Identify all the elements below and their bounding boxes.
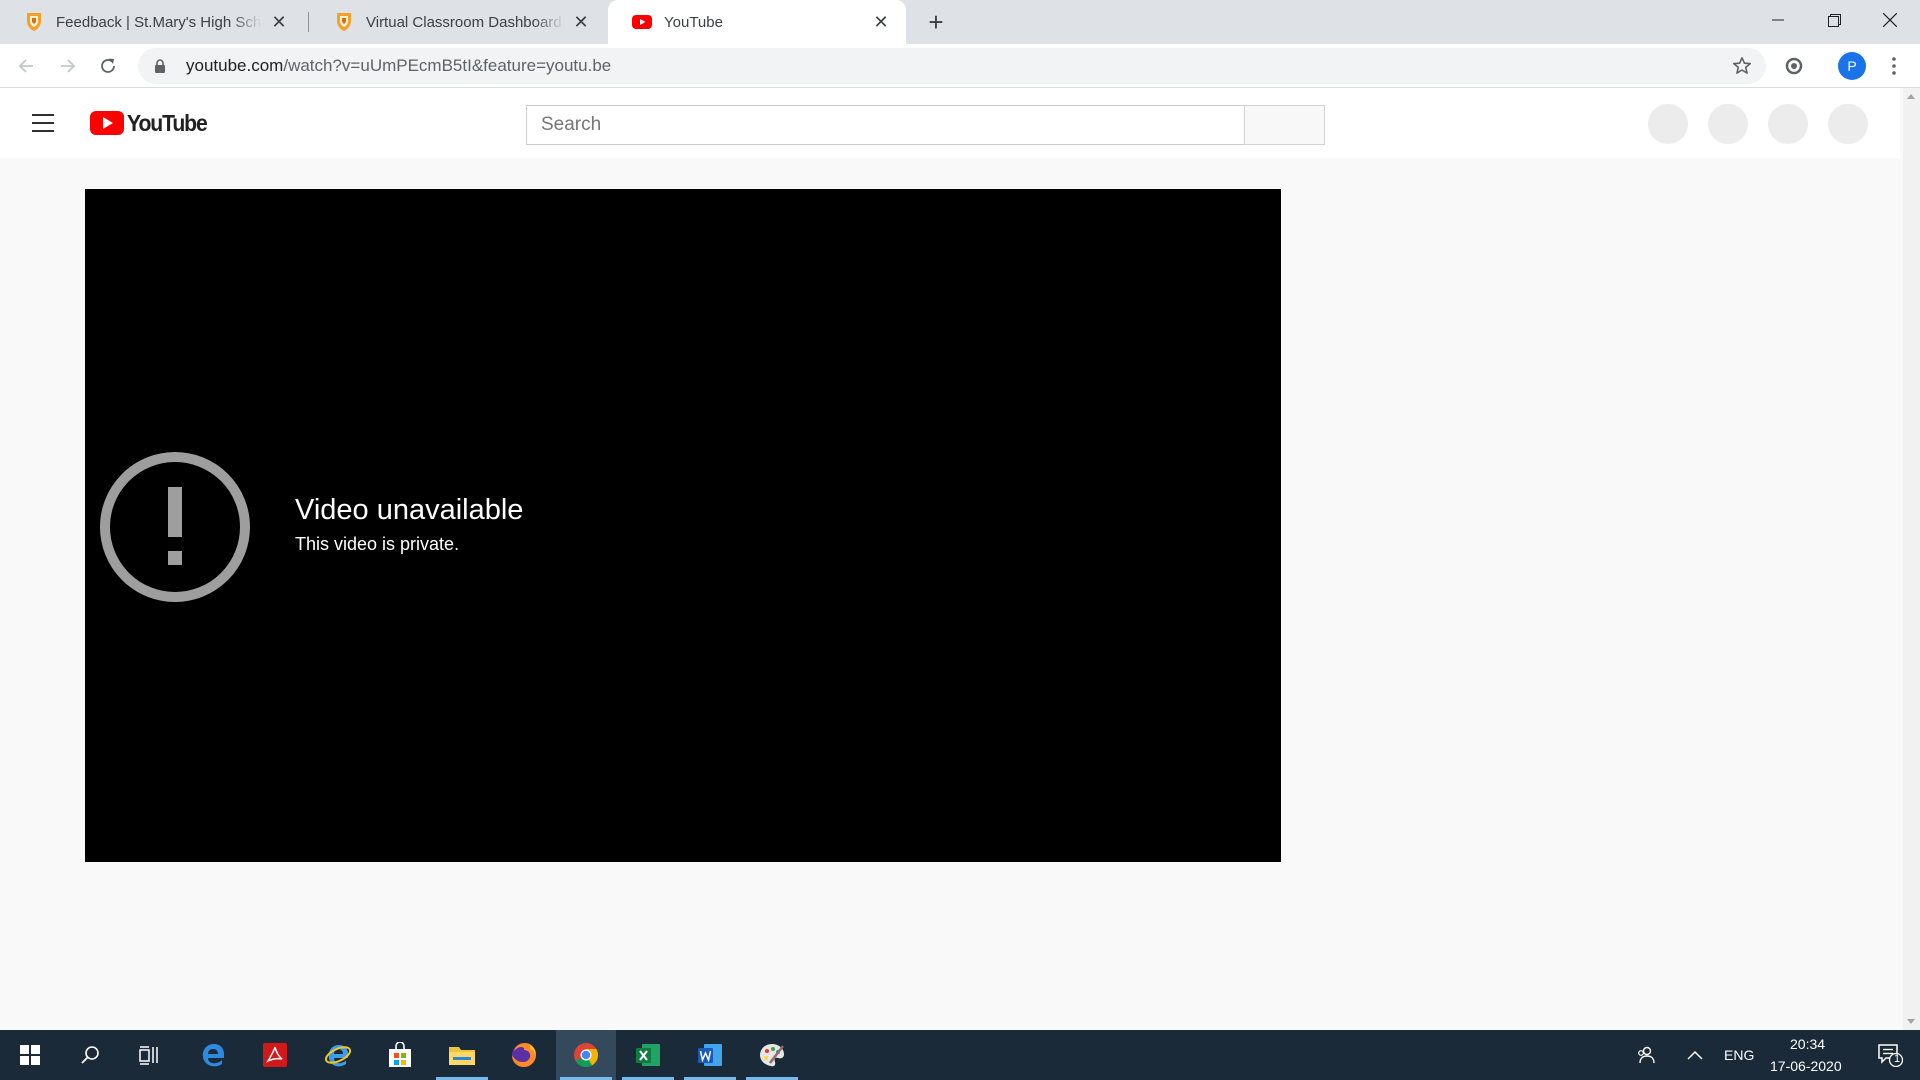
minimize-icon (1772, 19, 1784, 21)
close-icon[interactable]: ✕ (268, 11, 290, 33)
restore-button[interactable] (1804, 0, 1864, 40)
internet-explorer-icon (324, 1045, 352, 1067)
taskbar-store[interactable] (370, 1030, 430, 1080)
youtube-play-icon (90, 111, 124, 135)
search-box (526, 105, 1325, 145)
browser-toolbar: youtube.com/watch?v=uUmPEcmB5tI&feature=… (0, 44, 1920, 88)
notification-count: 1 (1894, 1053, 1901, 1065)
error-title: Video unavailable (295, 494, 524, 526)
chrome-icon (574, 1043, 599, 1068)
taskbar-acrobat[interactable] (245, 1030, 305, 1080)
scroll-down-icon[interactable] (1907, 1019, 1915, 1024)
close-window-button[interactable] (1860, 0, 1920, 40)
video-player[interactable]: Video unavailable This video is private. (85, 189, 1281, 862)
vertical-scrollbar[interactable] (1903, 88, 1920, 1030)
forward-button[interactable] (52, 50, 84, 82)
word-icon (698, 1044, 722, 1066)
close-icon[interactable]: ✕ (570, 11, 592, 33)
youtube-masthead: YouTube (0, 88, 1900, 158)
youtube-logo-text: YouTube (127, 109, 208, 136)
masthead-placeholder-button[interactable] (1828, 104, 1868, 144)
youtube-logo[interactable]: YouTube (90, 110, 214, 136)
error-exclamation-icon (99, 451, 251, 603)
shield-favicon-icon (24, 12, 44, 32)
youtube-favicon-icon (632, 12, 652, 32)
taskbar-paint[interactable] (742, 1030, 802, 1080)
tab-title: Feedback | St.Mary's High School (56, 13, 262, 31)
taskbar-edge[interactable] (183, 1030, 243, 1080)
taskbar-file-explorer[interactable] (432, 1030, 492, 1080)
address-bar[interactable]: youtube.com/watch?v=uUmPEcmB5tI&feature=… (138, 48, 1766, 84)
search-button[interactable] (1244, 105, 1325, 145)
paint-palette-icon (760, 1044, 784, 1067)
masthead-placeholder-button[interactable] (1768, 104, 1808, 144)
forward-arrow-icon (61, 59, 76, 73)
back-arrow-icon (18, 59, 33, 73)
task-view-button[interactable] (120, 1030, 180, 1080)
reload-icon (101, 58, 115, 73)
url-text: youtube.com/watch?v=uUmPEcmB5tI&feature=… (186, 56, 611, 76)
tab-youtube[interactable]: YouTube ✕ (608, 0, 906, 44)
show-hidden-icons-button[interactable] (1670, 1030, 1720, 1080)
scroll-up-icon[interactable] (1907, 94, 1915, 99)
lock-icon (150, 58, 170, 74)
masthead-placeholder-button[interactable] (1708, 104, 1748, 144)
tab-feedback[interactable]: Feedback | St.Mary's High School ✕ (0, 0, 304, 44)
shield-favicon-icon (334, 12, 354, 32)
tab-virtual-classroom[interactable]: Virtual Classroom Dashboard | St.Mary's … (310, 0, 606, 44)
taskbar-firefox[interactable] (494, 1030, 554, 1080)
browser-tab-strip: Feedback | St.Mary's High School ✕ Virtu… (0, 0, 1920, 44)
acrobat-icon (263, 1043, 287, 1067)
people-button[interactable] (1618, 1030, 1674, 1080)
language-indicator[interactable]: ENG (1724, 1047, 1754, 1063)
clock-time[interactable]: 20:34 (1790, 1036, 1825, 1052)
extension-icon[interactable] (1782, 54, 1806, 78)
search-icon (81, 1046, 99, 1064)
start-button[interactable] (0, 1030, 60, 1080)
task-view-icon (139, 1046, 158, 1065)
windows-taskbar: ENG 20:34 17-06-2020 1 (0, 1030, 1920, 1080)
masthead-placeholder-button[interactable] (1648, 104, 1688, 144)
folder-icon (449, 1047, 475, 1065)
close-window-icon (1883, 13, 1897, 27)
back-button[interactable] (10, 50, 42, 82)
browser-menu-icon[interactable] (1880, 52, 1908, 80)
windows-logo-icon (20, 1045, 40, 1065)
restore-icon (1827, 13, 1841, 27)
hamburger-menu-icon[interactable] (30, 111, 56, 135)
url-host: youtube.com (186, 56, 284, 75)
new-tab-button[interactable]: + (920, 6, 952, 38)
close-icon[interactable]: ✕ (870, 11, 892, 33)
taskbar-word[interactable] (680, 1030, 740, 1080)
notification-center-button[interactable]: 1 (1860, 1030, 1920, 1080)
search-taskbar-button[interactable] (60, 1030, 120, 1080)
tab-separator (308, 12, 309, 32)
bookmark-star-icon[interactable] (1730, 54, 1754, 78)
chevron-up-icon (1687, 1050, 1703, 1060)
minimize-button[interactable] (1748, 0, 1808, 40)
taskbar-excel[interactable] (618, 1030, 678, 1080)
reload-button[interactable] (92, 50, 124, 82)
tab-title: YouTube (664, 13, 723, 31)
people-icon (1638, 1046, 1655, 1064)
search-input[interactable] (526, 105, 1244, 145)
url-path: /watch?v=uUmPEcmB5tI&feature=youtu.be (283, 56, 612, 75)
error-message: This video is private. (295, 534, 460, 554)
edge-icon (202, 1044, 224, 1067)
taskbar-internet-explorer[interactable] (308, 1030, 368, 1080)
profile-avatar[interactable]: P (1838, 52, 1866, 80)
firefox-icon (512, 1043, 536, 1067)
tab-title: Virtual Classroom Dashboard | St.Mary's … (366, 13, 564, 31)
excel-icon (636, 1044, 660, 1066)
taskbar-chrome[interactable] (556, 1030, 616, 1080)
clock-date[interactable]: 17-06-2020 (1770, 1058, 1842, 1074)
store-icon (389, 1042, 411, 1067)
